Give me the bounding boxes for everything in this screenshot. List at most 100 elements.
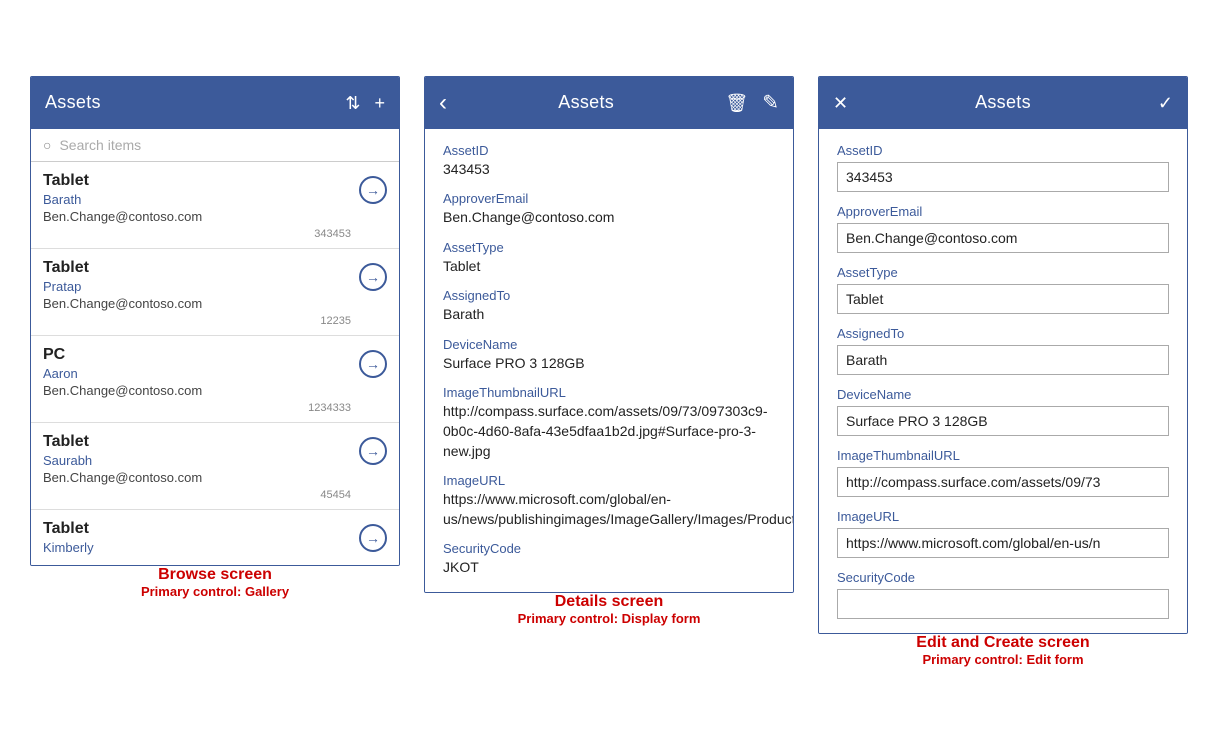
list-item-id: 343453 — [43, 228, 351, 240]
search-bar[interactable]: ○ Search items — [31, 129, 399, 162]
edit-field-input[interactable] — [837, 406, 1169, 436]
arrow-circle-icon[interactable]: → — [359, 176, 387, 204]
list-item[interactable]: Tablet Saurabh Ben.Change@contoso.com 45… — [31, 423, 399, 510]
list-item-person: Pratap — [43, 279, 351, 294]
field-label: ImageThumbnailURL — [443, 385, 775, 400]
list-item-right: → — [351, 346, 387, 378]
edit-field-label: ImageThumbnailURL — [837, 448, 1169, 463]
sort-icon[interactable]: ⇅ — [345, 94, 360, 112]
field-label: AssetID — [443, 143, 775, 158]
edit-field-input[interactable] — [837, 589, 1169, 619]
list-item-id: 45454 — [43, 489, 351, 501]
list-item-id: 12235 — [43, 315, 351, 327]
browse-title: Assets — [45, 92, 101, 113]
check-icon[interactable]: ✓ — [1158, 94, 1173, 112]
edit-field-label: ImageURL — [837, 509, 1169, 524]
close-icon[interactable]: ✕ — [833, 94, 848, 112]
edit-field-label: DeviceName — [837, 387, 1169, 402]
list-item-email: Ben.Change@contoso.com — [43, 383, 351, 398]
field-value: 343453 — [443, 160, 775, 180]
details-title: Assets — [558, 92, 614, 113]
edit-field-label: AssignedTo — [837, 326, 1169, 341]
list-item-title: Tablet — [43, 259, 351, 277]
back-icon[interactable]: ‹ — [439, 91, 447, 115]
browse-caption-title: Browse screen — [30, 566, 400, 584]
edit-field-input[interactable] — [837, 162, 1169, 192]
edit-field-label: AssetType — [837, 265, 1169, 280]
list-item-content: Tablet Kimberly — [43, 520, 351, 557]
arrow-circle-icon[interactable]: → — [359, 350, 387, 378]
search-placeholder: Search items — [59, 137, 141, 153]
details-caption-title: Details screen — [424, 593, 794, 611]
edit-header: ✕ Assets ✓ — [819, 77, 1187, 129]
field-label: AssignedTo — [443, 288, 775, 303]
list-item-title: Tablet — [43, 172, 351, 190]
edit-field-input[interactable] — [837, 223, 1169, 253]
edit-field-input[interactable] — [837, 528, 1169, 558]
add-icon[interactable]: + — [374, 94, 385, 112]
edit-title: Assets — [975, 92, 1031, 113]
edit-field-label: SecurityCode — [837, 570, 1169, 585]
browse-screen: Assets ⇅ + ○ Search items Tablet Barath … — [30, 76, 400, 599]
edit-field-input[interactable] — [837, 345, 1169, 375]
edit-caption-title: Edit and Create screen — [818, 634, 1188, 652]
field-label: SecurityCode — [443, 541, 775, 556]
field-label: ApproverEmail — [443, 191, 775, 206]
list-item-person: Kimberly — [43, 540, 351, 555]
details-caption-sub: Primary control: Display form — [424, 611, 794, 626]
arrow-circle-icon[interactable]: → — [359, 524, 387, 552]
list-item[interactable]: PC Aaron Ben.Change@contoso.com 1234333 … — [31, 336, 399, 423]
browse-list: Tablet Barath Ben.Change@contoso.com 343… — [31, 162, 399, 565]
details-header: ‹ Assets 🗑 ✎ — [425, 77, 793, 129]
list-item-right: → — [351, 172, 387, 204]
list-item-email: Ben.Change@contoso.com — [43, 470, 351, 485]
edit-field-input[interactable] — [837, 284, 1169, 314]
list-item-content: Tablet Pratap Ben.Change@contoso.com 122… — [43, 259, 351, 327]
list-item-right: → — [351, 259, 387, 291]
list-item-title: Tablet — [43, 520, 351, 538]
field-value: Tablet — [443, 257, 775, 277]
search-icon: ○ — [43, 137, 51, 153]
field-value: Ben.Change@contoso.com — [443, 208, 775, 228]
field-label: ImageURL — [443, 473, 775, 488]
field-value: JKOT — [443, 558, 775, 578]
edit-caption-sub: Primary control: Edit form — [818, 652, 1188, 667]
list-item-person: Saurabh — [43, 453, 351, 468]
arrow-circle-icon[interactable]: → — [359, 263, 387, 291]
list-item[interactable]: Tablet Barath Ben.Change@contoso.com 343… — [31, 162, 399, 249]
edit-body: AssetID ApproverEmail AssetType AssignedTo D… — [819, 129, 1187, 633]
list-item-right: → — [351, 520, 387, 552]
edit-caption: Edit and Create screen Primary control: … — [818, 634, 1188, 667]
field-label: DeviceName — [443, 337, 775, 352]
field-label: AssetType — [443, 240, 775, 255]
arrow-circle-icon[interactable]: → — [359, 437, 387, 465]
list-item-person: Barath — [43, 192, 351, 207]
field-value: https://www.microsoft.com/global/en-us/n… — [443, 490, 775, 529]
list-item-person: Aaron — [43, 366, 351, 381]
list-item-title: Tablet — [43, 433, 351, 451]
list-item[interactable]: Tablet Kimberly → — [31, 510, 399, 565]
list-item-right: → — [351, 433, 387, 465]
browse-caption: Browse screen Primary control: Gallery — [30, 566, 400, 599]
field-value: Barath — [443, 305, 775, 325]
list-item-content: Tablet Barath Ben.Change@contoso.com 343… — [43, 172, 351, 240]
list-item-content: Tablet Saurabh Ben.Change@contoso.com 45… — [43, 433, 351, 501]
field-value: Surface PRO 3 128GB — [443, 354, 775, 374]
field-value: http://compass.surface.com/assets/09/73/… — [443, 402, 775, 461]
details-caption: Details screen Primary control: Display … — [424, 593, 794, 626]
list-item[interactable]: Tablet Pratap Ben.Change@contoso.com 122… — [31, 249, 399, 336]
list-item-id: 1234333 — [43, 402, 351, 414]
edit-field-label: AssetID — [837, 143, 1169, 158]
edit-field-label: ApproverEmail — [837, 204, 1169, 219]
list-item-email: Ben.Change@contoso.com — [43, 296, 351, 311]
delete-icon[interactable]: 🗑 — [725, 94, 748, 112]
browse-header: Assets ⇅ + — [31, 77, 399, 129]
details-screen: ‹ Assets 🗑 ✎ AssetID 343453 ApproverEmail B… — [424, 76, 794, 627]
edit-icon[interactable]: ✎ — [762, 93, 779, 113]
list-item-title: PC — [43, 346, 351, 364]
list-item-email: Ben.Change@contoso.com — [43, 209, 351, 224]
browse-caption-sub: Primary control: Gallery — [30, 584, 400, 599]
edit-field-input[interactable] — [837, 467, 1169, 497]
details-body: AssetID 343453 ApproverEmail Ben.Change@con… — [425, 129, 793, 593]
edit-screen: ✕ Assets ✓ AssetID ApproverEmail AssetType… — [818, 76, 1188, 667]
